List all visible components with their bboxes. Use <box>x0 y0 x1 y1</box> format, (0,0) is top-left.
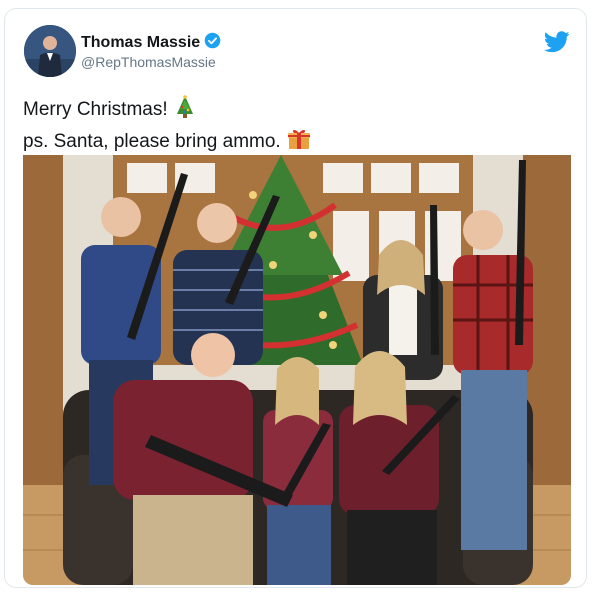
avatar[interactable] <box>24 25 76 77</box>
twitter-bird-icon[interactable] <box>543 31 570 53</box>
tweet-text: Merry Christmas! ps. Santa, please bring… <box>23 95 311 159</box>
user-handle[interactable]: @RepThomasMassie <box>81 54 216 70</box>
christmas-tree-icon <box>174 95 196 127</box>
verified-badge-icon <box>204 32 221 54</box>
tweet-card[interactable]: Thomas Massie @RepThomasMassie Merry Chr… <box>4 8 587 588</box>
display-name-text: Thomas Massie <box>81 34 201 51</box>
tweet-photo[interactable] <box>23 155 571 585</box>
family-christmas-photo <box>23 155 571 585</box>
tweet-line-2-text: ps. Santa, please bring ammo. <box>23 131 281 152</box>
display-name[interactable]: Thomas Massie <box>81 32 221 54</box>
tweet-line-1: Merry Christmas! <box>23 95 311 127</box>
tweet-line-1-text: Merry Christmas! <box>23 99 168 120</box>
